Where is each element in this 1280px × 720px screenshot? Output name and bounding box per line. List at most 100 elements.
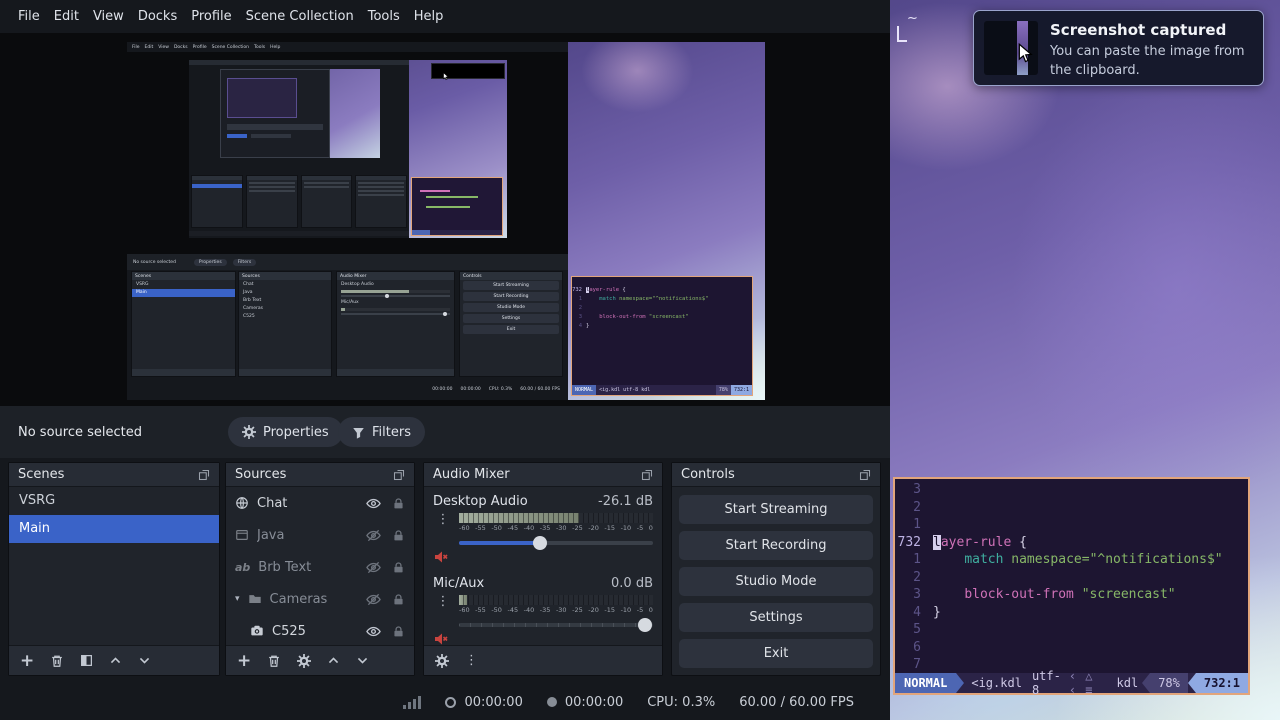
remove-scene-button[interactable] bbox=[50, 654, 64, 668]
captured-code-line: block-out-from "screencast" bbox=[586, 313, 689, 322]
editor-line: 5 bbox=[895, 621, 1248, 639]
popout-icon[interactable] bbox=[393, 469, 405, 481]
trash-icon bbox=[267, 654, 281, 668]
menu-edit[interactable]: Edit bbox=[54, 9, 79, 24]
lock-icon[interactable] bbox=[392, 497, 405, 510]
settings-button[interactable]: Settings bbox=[679, 603, 873, 632]
captured-dock-title: Sources bbox=[239, 272, 331, 280]
volume-slider[interactable] bbox=[459, 616, 653, 634]
move-source-down-button[interactable] bbox=[356, 654, 369, 667]
scene-filters-button[interactable] bbox=[80, 654, 93, 667]
add-scene-button[interactable]: + bbox=[20, 654, 34, 668]
menu-file[interactable]: File bbox=[18, 9, 40, 24]
controls-body: Start Streaming Start Recording Studio M… bbox=[672, 487, 880, 675]
captured-statusbar: 00:00:00 00:00:00 CPU: 0.3% 60.00 / 60.0… bbox=[127, 383, 568, 395]
source-item-java[interactable]: Java bbox=[226, 519, 414, 551]
captured-source: Cameras bbox=[239, 305, 331, 313]
nested-block bbox=[227, 78, 297, 118]
lock-icon[interactable] bbox=[392, 625, 405, 638]
exit-button[interactable]: Exit bbox=[679, 639, 873, 668]
captured-fps: 60.00 / 60.00 FPS bbox=[520, 387, 560, 392]
lock-icon[interactable] bbox=[392, 593, 405, 606]
menu-help[interactable]: Help bbox=[414, 9, 444, 24]
editor-mode-indicator: NORMAL bbox=[895, 673, 956, 693]
chevron-up-icon bbox=[327, 654, 340, 667]
captured-editor-window: 732 layer-rule { 1 match namespace="^not… bbox=[571, 276, 753, 396]
group-expand-caret-icon[interactable]: ▾ bbox=[235, 594, 240, 604]
nested-dock bbox=[301, 175, 353, 228]
meter-scale: -60-55-50-45-40-35-30-25-20-15-10-50 bbox=[459, 524, 653, 532]
scene-preview[interactable]: File Edit View Docks Profile Scene Colle… bbox=[127, 42, 765, 400]
volume-slider-handle[interactable] bbox=[638, 618, 652, 632]
visibility-eye-icon[interactable] bbox=[366, 496, 381, 511]
nested-code-line bbox=[426, 206, 470, 208]
scene-item-main[interactable]: Main bbox=[9, 515, 219, 543]
captured-docks: Scenes VSRG Main Sources Chat Java bbox=[127, 271, 568, 377]
popout-icon[interactable] bbox=[198, 469, 210, 481]
remove-source-button[interactable] bbox=[267, 654, 281, 668]
volume-slider[interactable] bbox=[459, 534, 653, 552]
captured-code-line: match namespace="^notifications$" bbox=[586, 295, 709, 304]
studio-mode-button[interactable]: Studio Mode bbox=[679, 567, 873, 596]
lock-icon[interactable] bbox=[392, 529, 405, 542]
desktop: ~ File Edit View Docks Profile Scene Col… bbox=[0, 0, 1280, 720]
nested-editor bbox=[411, 177, 503, 236]
mute-speaker-icon[interactable] bbox=[433, 631, 453, 645]
start-streaming-button[interactable]: Start Streaming bbox=[679, 495, 873, 524]
mixer-dock-header[interactable]: Audio Mixer bbox=[424, 463, 662, 487]
channel-options-kebab-icon[interactable]: ⋮ bbox=[433, 513, 453, 527]
mixer-body: Desktop Audio -26.1 dB ⋮ bbox=[424, 487, 662, 645]
visibility-eye-off-icon[interactable] bbox=[366, 528, 381, 543]
menu-profile[interactable]: Profile bbox=[191, 9, 231, 24]
window-source-icon bbox=[235, 528, 249, 542]
properties-button[interactable]: Properties bbox=[228, 417, 343, 447]
scenes-dock-header[interactable]: Scenes bbox=[9, 463, 219, 487]
popout-icon[interactable] bbox=[641, 469, 653, 481]
group-folder-icon bbox=[248, 592, 262, 606]
channel-options-kebab-icon[interactable]: ⋮ bbox=[433, 595, 453, 609]
gear-icon bbox=[297, 654, 311, 668]
nested-preview-2 bbox=[220, 69, 380, 158]
captured-code-line: layer-rule { bbox=[586, 286, 626, 295]
editor-window[interactable]: 3 2 1 732 layer-rule { 1 match namespace… bbox=[893, 477, 1250, 695]
filters-button[interactable]: Filters bbox=[338, 417, 425, 447]
captured-button: Settings bbox=[463, 314, 559, 323]
source-item-chat[interactable]: Chat bbox=[226, 487, 414, 519]
volume-slider-handle[interactable] bbox=[533, 536, 547, 550]
captured-controls-dock: Controls Start Streaming Start Recording… bbox=[459, 271, 563, 377]
mute-speaker-icon[interactable] bbox=[433, 549, 453, 565]
controls-dock-header[interactable]: Controls bbox=[672, 463, 880, 487]
visibility-eye-off-icon[interactable] bbox=[366, 560, 381, 575]
source-item-brb-text[interactable]: ab Brb Text bbox=[226, 551, 414, 583]
captured-rec-time: 00:00:00 bbox=[461, 387, 481, 392]
gear-icon bbox=[435, 654, 449, 668]
source-item-c525[interactable]: C525 bbox=[226, 615, 414, 645]
visibility-eye-icon[interactable] bbox=[366, 624, 381, 639]
menu-docks[interactable]: Docks bbox=[138, 9, 177, 24]
mixer-settings-button[interactable] bbox=[435, 654, 449, 668]
move-source-up-button[interactable] bbox=[327, 654, 340, 667]
move-scene-up-button[interactable] bbox=[109, 654, 122, 667]
add-source-button[interactable]: + bbox=[237, 654, 251, 668]
source-name: Cameras bbox=[270, 592, 358, 607]
source-item-cameras-group[interactable]: ▾ Cameras bbox=[226, 583, 414, 615]
scene-item-vsrg[interactable]: VSRG bbox=[9, 487, 219, 515]
start-recording-button[interactable]: Start Recording bbox=[679, 531, 873, 560]
editor-text-area[interactable]: 3 2 1 732 layer-rule { 1 match namespace… bbox=[895, 479, 1248, 673]
visibility-eye-off-icon[interactable] bbox=[366, 592, 381, 607]
menu-view[interactable]: View bbox=[93, 9, 124, 24]
screenshot-notification[interactable]: Screenshot captured You can paste the im… bbox=[973, 10, 1264, 86]
nested-preview bbox=[189, 60, 507, 238]
menu-tools[interactable]: Tools bbox=[368, 9, 400, 24]
stream-time-group: 00:00:00 bbox=[445, 695, 522, 710]
source-properties-button[interactable] bbox=[297, 654, 311, 668]
captured-gutter: 732 bbox=[572, 286, 586, 295]
move-scene-down-button[interactable] bbox=[138, 654, 151, 667]
lock-icon[interactable] bbox=[392, 561, 405, 574]
popout-icon[interactable] bbox=[859, 469, 871, 481]
captured-source-toolbar: No source selected Properties Filters bbox=[127, 254, 568, 270]
mixer-options-kebab-icon[interactable]: ⋮ bbox=[465, 654, 478, 668]
sources-dock-header[interactable]: Sources bbox=[226, 463, 414, 487]
captured-gutter: 4 bbox=[572, 322, 586, 331]
menu-scene-collection[interactable]: Scene Collection bbox=[246, 9, 354, 24]
